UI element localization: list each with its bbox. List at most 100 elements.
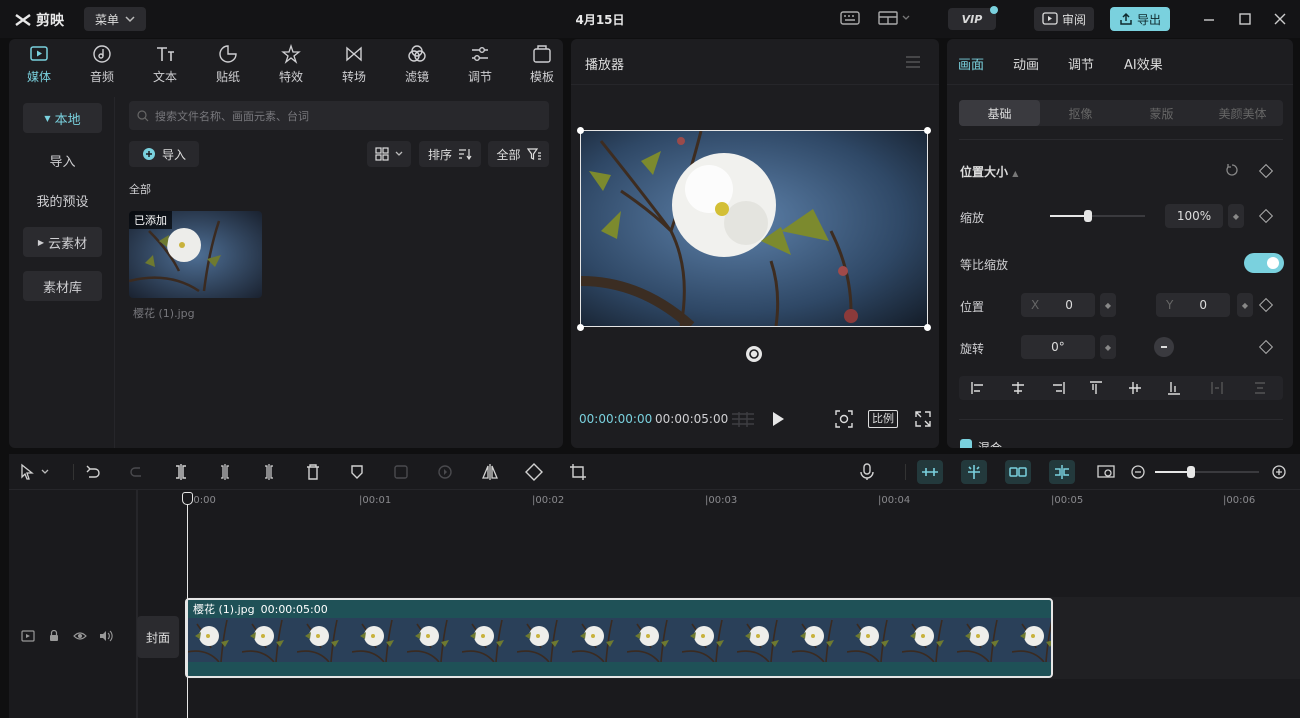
resize-handle[interactable] <box>924 127 931 134</box>
sort-button[interactable]: 排序 <box>419 141 481 167</box>
scale-stepper[interactable]: ◆ <box>1228 204 1244 228</box>
split-right-icon[interactable] <box>261 463 277 481</box>
reverse-icon[interactable] <box>437 463 453 481</box>
scale-input[interactable]: 100% <box>1165 204 1223 228</box>
screen-icon[interactable] <box>1097 463 1115 481</box>
zoom-out-icon[interactable] <box>1131 463 1147 481</box>
maximize-icon[interactable] <box>1238 10 1252 28</box>
time-ruler[interactable]: 00:00 |00:01 |00:02 |00:03 |00:04 |00:05… <box>187 492 1297 510</box>
rotate-clip-icon[interactable] <box>525 463 543 481</box>
tab-template[interactable]: 模板 <box>520 44 564 85</box>
close-icon[interactable] <box>1273 10 1287 28</box>
export-button[interactable]: 导出 <box>1110 7 1170 31</box>
video-track-icon <box>21 630 35 642</box>
resize-handle[interactable] <box>577 324 584 331</box>
select-tool[interactable] <box>19 463 49 481</box>
sidebar-item-label: 云素材 <box>48 236 88 252</box>
zoom-slider[interactable] <box>1155 466 1259 478</box>
zoom-in-icon[interactable] <box>1272 463 1288 481</box>
capcut-logo-icon <box>15 14 31 26</box>
video-preview[interactable] <box>580 130 928 327</box>
layout-icon[interactable] <box>878 9 910 27</box>
x-stepper[interactable]: ◆ <box>1100 293 1116 317</box>
y-stepper[interactable]: ◆ <box>1237 293 1253 317</box>
rotate-input[interactable]: 0° <box>1021 335 1095 359</box>
rotate-stepper[interactable]: ◆ <box>1100 335 1116 359</box>
aspect-ratio-button[interactable]: 比例 <box>868 410 898 428</box>
keyframe-icon[interactable] <box>1258 297 1274 313</box>
filter-button[interactable]: 全部 <box>488 141 549 167</box>
clip-frame-thumbnail <box>1012 618 1051 662</box>
video-clip[interactable]: 樱花 (1).jpg 00:00:05:00 <box>185 598 1053 678</box>
sidebar-item-label: 导入 <box>49 154 76 170</box>
fit-screen-icon[interactable] <box>834 409 854 429</box>
tab-text[interactable]: 文本 <box>143 44 187 85</box>
media-item[interactable]: 已添加 <box>129 211 262 298</box>
tab-sticker[interactable]: 贴纸 <box>206 44 250 85</box>
blend-section[interactable]: 混合 <box>960 439 1002 448</box>
tab-audio[interactable]: 音频 <box>80 44 124 85</box>
split-left-icon[interactable] <box>217 463 233 481</box>
hamburger-icon[interactable] <box>905 55 921 69</box>
tab-effects[interactable]: 特效 <box>269 44 313 85</box>
playhead[interactable] <box>187 498 188 718</box>
fullscreen-icon[interactable] <box>914 410 932 428</box>
segment-beauty[interactable]: 美颜美体 <box>1202 100 1283 126</box>
resize-handle[interactable] <box>924 324 931 331</box>
shield-icon[interactable] <box>349 463 365 481</box>
vip-button[interactable]: VIP <box>948 8 996 30</box>
segment-cutout[interactable]: 抠像 <box>1040 100 1121 126</box>
freeze-icon[interactable] <box>393 463 409 481</box>
playhead-handle[interactable] <box>182 492 193 505</box>
tab-ai-effects[interactable]: AI效果 <box>1124 54 1163 73</box>
resize-handle[interactable] <box>577 127 584 134</box>
main-track-magnet-button[interactable] <box>917 460 943 484</box>
undo-icon[interactable] <box>85 463 101 481</box>
search-box[interactable]: 搜索文件名称、画面元素、台词 <box>129 101 549 130</box>
sidebar-item-presets[interactable]: 我的预设 <box>23 185 102 215</box>
review-button[interactable]: 审阅 <box>1034 7 1094 31</box>
sidebar-item-local[interactable]: ▼ 本地 <box>23 103 102 133</box>
cover-button[interactable]: 封面 <box>137 616 179 658</box>
rotate-icon[interactable] <box>745 345 763 363</box>
sidebar-item-import[interactable]: 导入 <box>23 145 102 175</box>
divider <box>959 419 1283 420</box>
tab-canvas[interactable]: 画面 <box>958 54 984 73</box>
position-x-input[interactable]: X0 <box>1021 293 1095 317</box>
segment-basic[interactable]: 基础 <box>959 100 1040 126</box>
keyframe-icon[interactable] <box>1258 163 1274 179</box>
tab-filter[interactable]: 滤镜 <box>395 44 439 85</box>
tab-transition[interactable]: 转场 <box>332 44 376 85</box>
segment-mask[interactable]: 蒙版 <box>1121 100 1202 126</box>
position-y-input[interactable]: Y0 <box>1156 293 1230 317</box>
menu-button[interactable]: 菜单 <box>84 7 146 31</box>
tab-adjust[interactable]: 调节 <box>458 44 502 85</box>
sidebar-item-library[interactable]: 素材库 <box>23 271 102 301</box>
crop-icon[interactable] <box>569 463 587 481</box>
minimize-icon[interactable] <box>1202 10 1216 28</box>
keyframe-icon[interactable] <box>1258 208 1274 224</box>
import-button[interactable]: 导入 <box>129 141 199 167</box>
sidebar-item-cloud[interactable]: ▶ 云素材 <box>23 227 102 257</box>
preview-axis-button[interactable] <box>1049 460 1075 484</box>
split-icon[interactable] <box>173 463 189 481</box>
x-value: 0 <box>1065 298 1073 312</box>
delete-icon[interactable] <box>305 463 321 481</box>
mirror-icon[interactable] <box>481 463 499 481</box>
scale-slider[interactable] <box>1050 210 1145 222</box>
keyframe-icon[interactable] <box>1258 339 1274 355</box>
play-icon[interactable] <box>771 411 785 427</box>
tab-adjustment[interactable]: 调节 <box>1068 54 1094 73</box>
reset-icon[interactable] <box>1225 163 1239 177</box>
tab-media[interactable]: 媒体 <box>17 44 61 85</box>
view-mode-button[interactable] <box>367 141 411 167</box>
search-input[interactable]: 搜索文件名称、画面元素、台词 <box>155 108 309 124</box>
tab-animation[interactable]: 动画 <box>1013 54 1039 73</box>
microphone-icon[interactable] <box>859 463 875 481</box>
linkage-button[interactable] <box>1005 460 1031 484</box>
uniform-scale-toggle[interactable] <box>1244 253 1284 273</box>
auto-snap-button[interactable] <box>961 460 987 484</box>
redo-icon[interactable] <box>129 463 145 481</box>
keyboard-icon[interactable] <box>840 9 860 27</box>
rotate-dial[interactable] <box>1154 337 1174 357</box>
